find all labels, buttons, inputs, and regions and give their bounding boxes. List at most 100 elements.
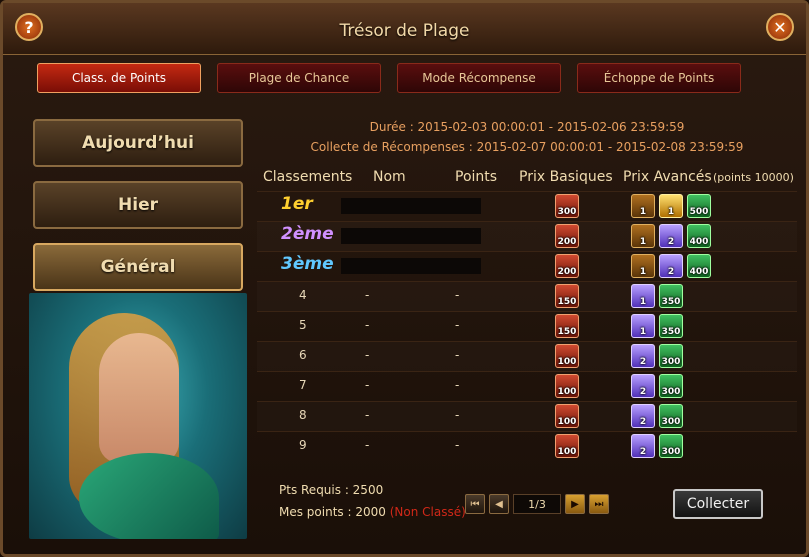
- name-cell: -: [365, 288, 370, 302]
- purple-reward-icon: 2: [631, 344, 655, 368]
- mermaid-tail: [79, 453, 219, 539]
- sidebar-button-general[interactable]: Général: [33, 243, 243, 291]
- rank-cell: 2ème: [281, 224, 334, 244]
- basic-reward-icon: 150: [555, 314, 579, 338]
- purple-reward-icon: 2: [631, 374, 655, 398]
- rank-cell: 6: [299, 348, 307, 362]
- green-reward-icon: 350: [659, 284, 683, 308]
- table-row: 3ème 200 1 2 400: [257, 251, 797, 281]
- collect-dates-text: Collecte de Récompenses : 2015-02-07 00:…: [310, 140, 744, 154]
- points-cell: -: [455, 378, 460, 392]
- purple-reward-icon: 2: [631, 434, 655, 458]
- basic-reward-icon: 200: [555, 224, 579, 248]
- name-cell: -: [365, 438, 370, 452]
- redacted-name: [341, 198, 481, 214]
- title-bar: ? Trésor de Plage ✕: [3, 3, 806, 55]
- name-cell: -: [365, 408, 370, 422]
- table-row: 6 - - 100 2 300: [257, 341, 797, 371]
- points-cell: -: [455, 438, 460, 452]
- rank-status: (Non Classé): [389, 505, 466, 519]
- name-cell: -: [365, 348, 370, 362]
- green-reward-icon: 350: [659, 314, 683, 338]
- mermaid-body: [99, 333, 179, 463]
- green-reward-icon: 300: [659, 404, 683, 428]
- green-reward-icon: 300: [659, 344, 683, 368]
- duration-text: Durée : 2015-02-03 00:00:01 - 2015-02-06…: [369, 120, 685, 134]
- basic-reward-icon: 100: [555, 404, 579, 428]
- points-cell: -: [455, 348, 460, 362]
- purple-reward-icon: 2: [659, 224, 683, 248]
- basic-reward-icon: 100: [555, 374, 579, 398]
- rank-cell: 3ème: [281, 254, 334, 274]
- table-row: 5 - - 150 1 350: [257, 311, 797, 341]
- table-row: 2ème 200 1 2 400: [257, 221, 797, 251]
- table-row: 7 - - 100 2 300: [257, 371, 797, 401]
- event-window: ? Trésor de Plage ✕ Class. de Points Pla…: [0, 0, 809, 557]
- rank-cell: 7: [299, 378, 307, 392]
- name-cell: -: [365, 378, 370, 392]
- header-name: Nom: [373, 169, 406, 185]
- green-reward-icon: 300: [659, 374, 683, 398]
- tab-class-points[interactable]: Class. de Points: [37, 63, 201, 93]
- rank-cell: 5: [299, 318, 307, 332]
- purple-reward-icon: 1: [631, 284, 655, 308]
- purple-reward-icon: 2: [631, 404, 655, 428]
- basic-reward-icon: 100: [555, 434, 579, 458]
- ranking-panel: Durée : 2015-02-03 00:00:01 - 2015-02-06…: [257, 103, 797, 539]
- header-basic: Prix Basiques: [519, 169, 613, 185]
- points-cell: -: [455, 288, 460, 302]
- prev-page-button[interactable]: ◀: [489, 494, 509, 514]
- table-row: 8 - - 100 2 300: [257, 401, 797, 431]
- footer: Pts Requis : 2500 Mes points : 2000 (Non…: [257, 469, 797, 539]
- tab-plage-chance[interactable]: Plage de Chance: [217, 63, 381, 93]
- collect-button[interactable]: Collecter: [673, 489, 763, 519]
- purple-reward-icon: 2: [659, 254, 683, 278]
- window-title: Trésor de Plage: [339, 21, 470, 41]
- purple-reward-icon: 1: [631, 314, 655, 338]
- pager: ⏮ ◀ 1/3 ▶ ⏭: [465, 493, 609, 515]
- header-points: Points: [455, 169, 498, 185]
- event-dates: Durée : 2015-02-03 00:00:01 - 2015-02-06…: [257, 117, 797, 157]
- header-advanced: Prix Avancés: [623, 169, 712, 185]
- sidebar-button-yesterday[interactable]: Hier: [33, 181, 243, 229]
- redacted-name: [341, 258, 481, 274]
- chest-reward-icon: 1: [631, 254, 655, 278]
- chest-reward-icon: 1: [631, 194, 655, 218]
- close-icon[interactable]: ✕: [766, 13, 794, 41]
- tab-echoppe-points[interactable]: Échoppe de Points: [577, 63, 741, 93]
- rank-cell: 4: [299, 288, 307, 302]
- basic-reward-icon: 300: [555, 194, 579, 218]
- first-page-button[interactable]: ⏮: [465, 494, 485, 514]
- my-points: Mes points : 2000 (Non Classé): [279, 505, 466, 519]
- redacted-name: [341, 228, 481, 244]
- points-cell: -: [455, 408, 460, 422]
- next-page-button[interactable]: ▶: [565, 494, 585, 514]
- green-reward-icon: 500: [687, 194, 711, 218]
- page-indicator: 1/3: [513, 494, 561, 514]
- chest-reward-icon: 1: [631, 224, 655, 248]
- points-cell: -: [455, 318, 460, 332]
- rank-cell: 9: [299, 438, 307, 452]
- header-rank: Classements: [263, 169, 353, 185]
- basic-reward-icon: 150: [555, 284, 579, 308]
- last-page-button[interactable]: ⏭: [589, 494, 609, 514]
- rank-cell: 8: [299, 408, 307, 422]
- my-points-value: Mes points : 2000: [279, 505, 386, 519]
- green-reward-icon: 400: [687, 224, 711, 248]
- table-header: Classements Nom Points Prix Basiques Pri…: [257, 165, 797, 191]
- sidebar-button-today[interactable]: Aujourd’hui: [33, 119, 243, 167]
- header-adv-note: (points 10000): [713, 171, 794, 184]
- mermaid-illustration: [29, 293, 247, 539]
- sidebar: Aujourd’hui Hier Général: [29, 111, 251, 539]
- name-cell: -: [365, 318, 370, 332]
- required-points: Pts Requis : 2500: [279, 483, 384, 497]
- basic-reward-icon: 200: [555, 254, 579, 278]
- basic-reward-icon: 100: [555, 344, 579, 368]
- table-row: 4 - - 150 1 350: [257, 281, 797, 311]
- green-reward-icon: 400: [687, 254, 711, 278]
- rank-cell: 1er: [281, 194, 313, 214]
- table-row: 9 - - 100 2 300: [257, 431, 797, 461]
- gold-reward-icon: 1: [659, 194, 683, 218]
- tab-mode-recompense[interactable]: Mode Récompense: [397, 63, 561, 93]
- green-reward-icon: 300: [659, 434, 683, 458]
